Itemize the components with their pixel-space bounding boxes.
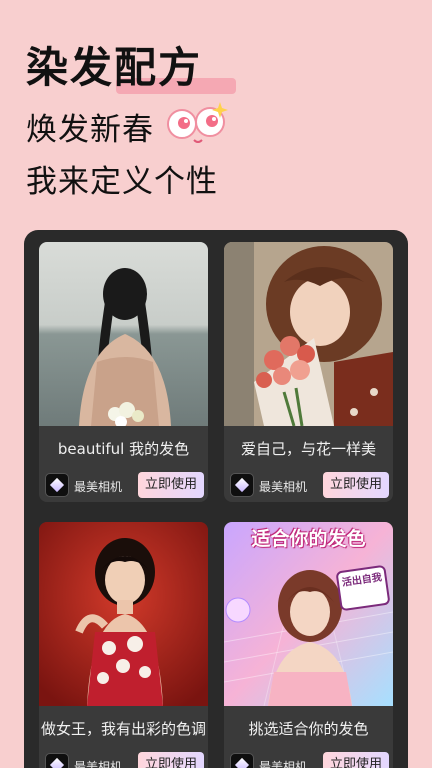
card-caption: 爱自己，与花一样美 [240,440,376,458]
overlay-title: 适合你的发色 [251,528,366,550]
template-card[interactable]: 适合你的发色 活出自我 挑选适合你的发色 最美相机 立即使用 [224,522,393,768]
template-panel: beautiful 我的发色 最美相机 立即使用 爱自己，与花一样美 最美相机 … [24,230,408,768]
template-photo [39,242,208,426]
card-caption: beautiful 我的发色 [57,440,190,458]
template-photo [224,242,393,426]
hero-line-2: 我来定义个性 [26,164,218,200]
template-card[interactable]: beautiful 我的发色 最美相机 立即使用 [39,242,208,502]
brand-logo-icon [45,753,69,768]
card-caption: 挑选适合你的发色 [248,720,369,738]
template-card[interactable]: 爱自己，与花一样美 最美相机 立即使用 [224,242,393,502]
use-now-button[interactable]: 立即使用 [138,472,204,498]
brand-logo-icon [45,473,69,497]
hero-line-1: 焕发新春 [26,112,154,148]
brand-name: 最美相机 [259,480,308,494]
brand-name: 最美相机 [74,760,123,768]
card-caption: 做女王，我有出彩的色调 [40,720,206,738]
use-now-button[interactable]: 立即使用 [323,472,389,498]
brand-name: 最美相机 [259,760,308,768]
brand-logo-icon [230,473,254,497]
template-photo [39,522,208,706]
mascot-face-icon [167,102,228,143]
hero-title: 染发配方 [26,43,203,92]
hero-section: 染发配方 焕发新春 我来定义个性 [26,40,416,210]
use-now-button[interactable]: 立即使用 [138,752,204,768]
brand-logo-icon [230,753,254,768]
use-now-button[interactable]: 立即使用 [323,752,389,768]
overlay-badge: 活出自我 [335,564,391,612]
brand-name: 最美相机 [74,480,123,494]
template-card[interactable]: 做女王，我有出彩的色调 最美相机 立即使用 [39,522,208,768]
